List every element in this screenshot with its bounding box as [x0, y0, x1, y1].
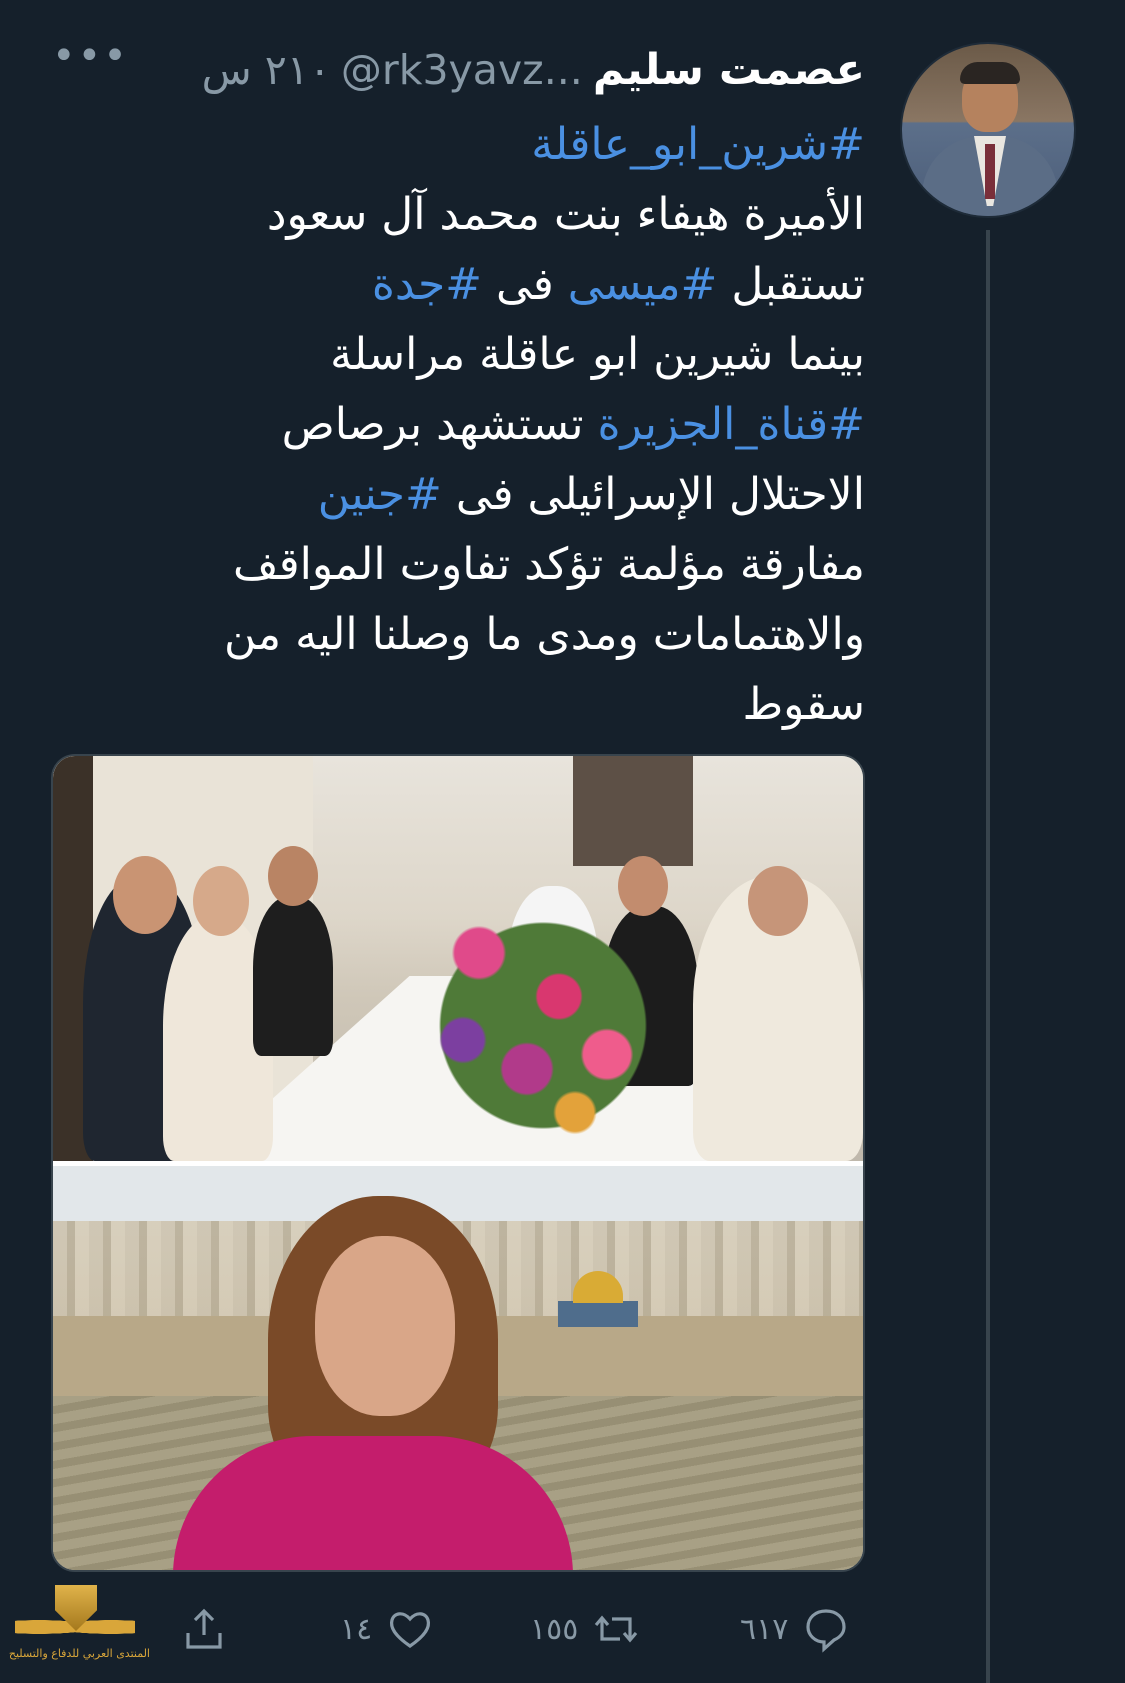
tweet-text-segment: والاهتمامات ومدى ما وصلنا اليه من — [224, 609, 865, 660]
hashtag-link[interactable]: #ميسى — [568, 259, 718, 310]
tweet-text-segment: تستشهد برصاص — [281, 399, 598, 450]
retweet-icon — [595, 1615, 638, 1643]
like-button[interactable]: ١٤ — [340, 1604, 434, 1654]
tweet-text-segment: الأميرة هيفاء بنت محمد آل سعود — [266, 189, 865, 240]
avatar-tie — [985, 144, 995, 199]
tweet-text-segment: بينما شيرين ابو عاقلة مراسلة — [330, 329, 865, 380]
reply-button[interactable]: ٦١٧ — [740, 1604, 850, 1654]
forum-watermark: المنتدى العربي للدفاع والتسليح — [9, 1585, 150, 1680]
tweet[interactable]: عصمت سليم @rk3yavz... ٢١٠ س ••• #شرين_اب… — [0, 0, 1125, 1683]
tweet-media[interactable] — [51, 754, 865, 1572]
retweet-count: ١٥٥ — [530, 1611, 579, 1647]
reply-count: ٦١٧ — [740, 1611, 789, 1647]
reply-icon — [806, 1609, 846, 1653]
tweet-text-line: والاهتمامات ومدى ما وصلنا اليه من — [105, 600, 865, 670]
retweet-button[interactable]: ١٥٥ — [530, 1604, 640, 1654]
watermark-text: المنتدى العربي للدفاع والتسليح — [8, 1647, 150, 1660]
tweet-text-segment: فى — [482, 259, 568, 310]
author-name[interactable]: عصمت سليم — [593, 45, 865, 95]
tweet-text-segment: مفارقة مؤلمة تؤكد تفاوت المواقف — [233, 539, 865, 590]
heart-icon — [390, 1612, 431, 1648]
flower-centerpiece — [383, 866, 703, 1156]
tweet-actions: ٦١٧ ١٥٥ ١٤ — [0, 1580, 1125, 1670]
hashtag-link[interactable]: #شرين_ابو_عاقلة — [531, 119, 865, 170]
hashtag-link[interactable]: #قناة_الجزيرة — [597, 399, 865, 450]
tweet-text-line: الاحتلال الإسرائيلى فى #جنين — [105, 460, 865, 530]
share-icon — [186, 1608, 222, 1649]
tweet-text-line: #قناة_الجزيرة تستشهد برصاص — [105, 390, 865, 460]
tweet-text-segment: الاحتلال الإسرائيلى فى — [441, 469, 865, 520]
tweet-text-segment: تستقبل — [717, 259, 865, 310]
thread-line — [986, 230, 990, 1683]
tweet-text-line: #شرين_ابو_عاقلة — [105, 110, 865, 180]
hashtag-link[interactable]: #جنين — [318, 469, 442, 520]
tweet-header: عصمت سليم @rk3yavz... ٢١٠ س — [45, 40, 865, 100]
tweet-text-line: سقوط — [105, 670, 865, 740]
photo-dinner[interactable] — [53, 756, 863, 1161]
share-button[interactable] — [180, 1604, 228, 1654]
like-count: ١٤ — [340, 1611, 373, 1647]
tweet-time[interactable]: ٢١٠ س — [202, 46, 331, 94]
tweet-text-segment: سقوط — [742, 679, 865, 730]
hashtag-link[interactable]: #جدة — [372, 259, 482, 310]
author-handle[interactable]: @rk3yavz... — [341, 46, 583, 94]
avatar[interactable] — [900, 42, 1076, 218]
avatar-hair — [960, 62, 1020, 84]
photo-reporter[interactable] — [53, 1166, 863, 1570]
tweet-text-line: تستقبل #ميسى فى #جدة — [105, 250, 865, 320]
tweet-text-line: الأميرة هيفاء بنت محمد آل سعود — [105, 180, 865, 250]
tweet-text-line: مفارقة مؤلمة تؤكد تفاوت المواقف — [105, 530, 865, 600]
tweet-text-line: بينما شيرين ابو عاقلة مراسلة — [105, 320, 865, 390]
tweet-text: #شرين_ابو_عاقلة الأميرة هيفاء بنت محمد آل… — [105, 110, 865, 740]
more-icon[interactable]: ••• — [52, 36, 127, 76]
